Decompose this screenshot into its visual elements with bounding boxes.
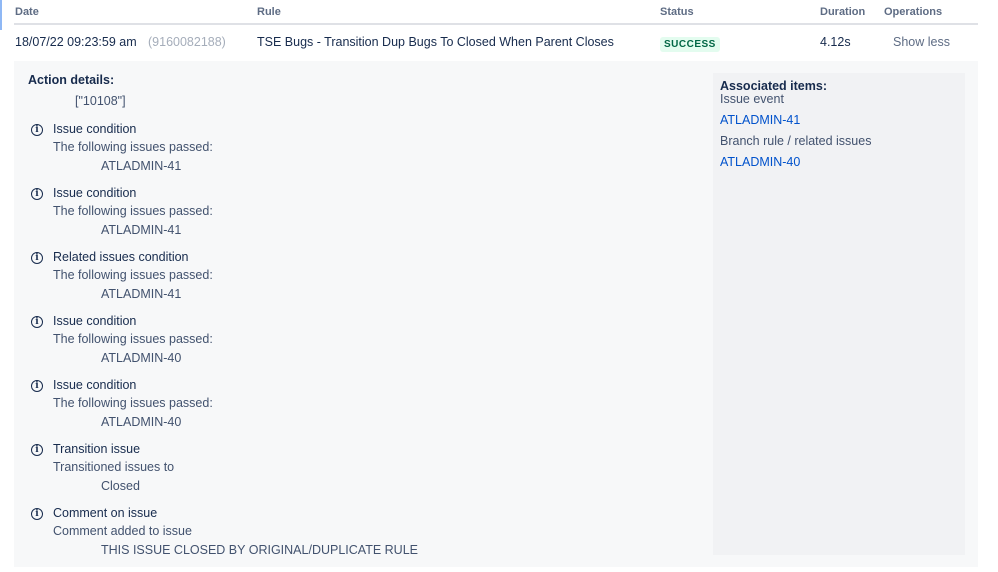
item-description: The following issues passed: (53, 140, 213, 154)
info-icon: i (31, 380, 43, 392)
row-rule: TSE Bugs - Transition Dup Bugs To Closed… (257, 35, 614, 49)
selection-indicator (0, 0, 2, 30)
action-log-item: i Issue condition The following issues p… (28, 314, 628, 374)
issue-event-link[interactable]: ATLADMIN-41 (720, 114, 958, 127)
item-value: ATLADMIN-40 (101, 351, 182, 365)
action-log-item: i Issue condition The following issues p… (28, 122, 628, 182)
header-operations: Operations (884, 6, 943, 18)
status-badge: SUCCESS (660, 37, 720, 52)
item-description: Transitioned issues to (53, 460, 175, 474)
header-status: Status (660, 6, 694, 18)
branch-issue-link[interactable]: ATLADMIN-40 (720, 156, 958, 169)
action-log-item: i Transition issue Transitioned issues t… (28, 442, 628, 502)
item-value: THIS ISSUE CLOSED BY ORIGINAL/DUPLICATE … (101, 543, 418, 557)
item-description: The following issues passed: (53, 332, 213, 346)
item-value: ATLADMIN-40 (101, 415, 182, 429)
action-details-title: Action details: (28, 73, 115, 87)
info-icon: i (31, 444, 43, 456)
action-details-value: ["10108"] (75, 94, 126, 108)
item-description: The following issues passed: (53, 268, 213, 282)
item-value: ATLADMIN-41 (101, 287, 182, 301)
branch-rule-label: Branch rule / related issues (720, 134, 872, 148)
item-title: Issue condition (53, 378, 137, 392)
item-value: ATLADMIN-41 (101, 223, 182, 237)
details-panel: Action details: ["10108"] i Issue condit… (14, 61, 978, 567)
header-rule: Rule (257, 6, 281, 18)
info-icon: i (31, 508, 43, 520)
row-id: (9160082188) (148, 35, 226, 49)
action-log-item: i Issue condition The following issues p… (28, 186, 628, 246)
item-description: The following issues passed: (53, 204, 213, 218)
action-log-item: i Comment on issue Comment added to issu… (28, 506, 628, 566)
associated-items-panel: Associated items: Issue event ATLADMIN-4… (713, 73, 965, 555)
info-icon: i (31, 252, 43, 264)
header-date: Date (15, 6, 39, 18)
item-value: ATLADMIN-41 (101, 159, 182, 173)
row-duration: 4.12s (820, 35, 851, 49)
item-title: Issue condition (53, 186, 137, 200)
issue-event-label: Issue event (720, 92, 784, 106)
item-value: Closed (101, 479, 140, 493)
show-less-link[interactable]: Show less (893, 35, 950, 49)
item-description: The following issues passed: (53, 396, 213, 410)
action-log-item: i Related issues condition The following… (28, 250, 628, 310)
info-icon: i (31, 188, 43, 200)
info-icon: i (31, 124, 43, 136)
table-row: 18/07/22 09:23:59 am (9160082188) TSE Bu… (14, 25, 978, 61)
action-log-item: i Issue condition The following issues p… (28, 378, 628, 438)
header-duration: Duration (820, 6, 866, 18)
table-header: Date Rule Status Duration Operations (14, 0, 978, 25)
item-title: Comment on issue (53, 506, 158, 520)
item-title: Transition issue (53, 442, 141, 456)
row-date: 18/07/22 09:23:59 am (15, 35, 137, 49)
item-description: Comment added to issue (53, 524, 192, 538)
item-title: Related issues condition (53, 250, 189, 264)
item-title: Issue condition (53, 122, 137, 136)
info-icon: i (31, 316, 43, 328)
item-title: Issue condition (53, 314, 137, 328)
